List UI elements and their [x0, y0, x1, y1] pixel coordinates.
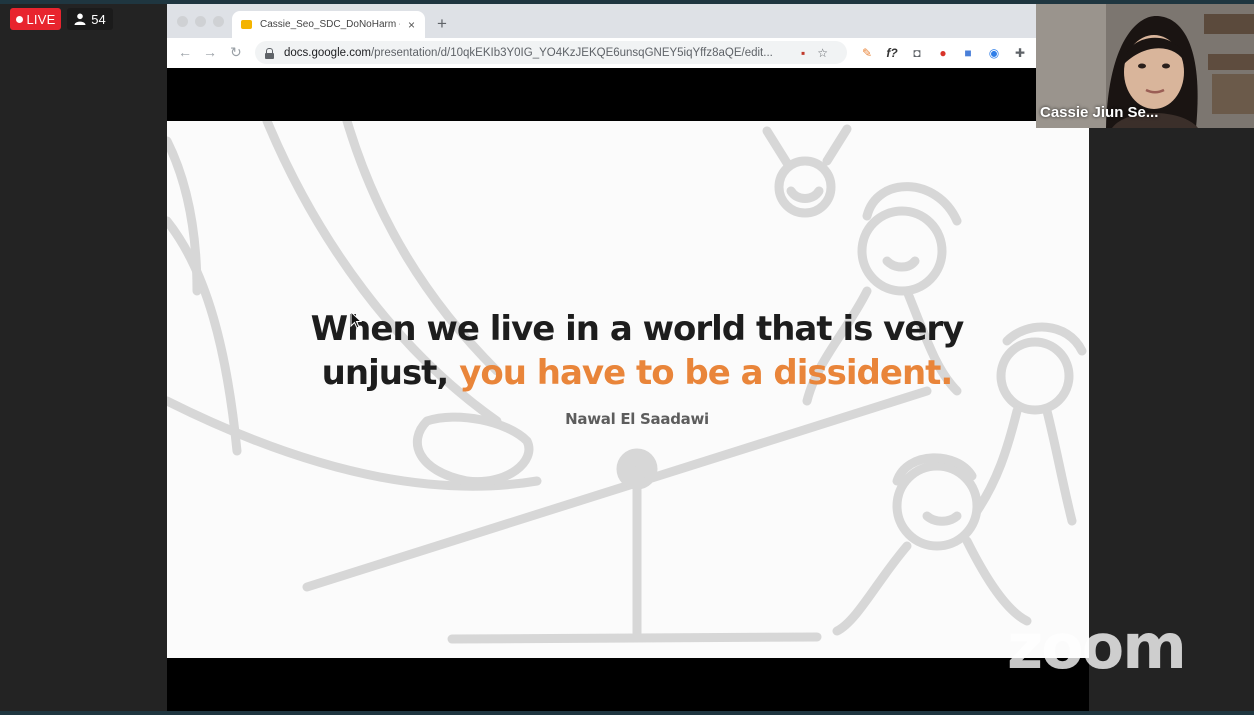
lock-icon [265, 47, 274, 59]
slides-favicon-icon [241, 20, 252, 29]
back-arrow-icon[interactable]: ← [178, 44, 192, 60]
reload-icon[interactable]: ↻ [230, 44, 242, 61]
mouse-cursor-icon [350, 311, 362, 329]
star-icon[interactable]: ☆ [817, 46, 828, 60]
live-label: LIVE [26, 11, 56, 27]
safari-icon[interactable]: ◉ [987, 46, 1001, 60]
participant-name: Cassie Jiun Se... [1040, 104, 1159, 121]
function-icon[interactable]: f? [885, 46, 899, 60]
quote-line-2: unjust, [321, 353, 460, 393]
extension-icon[interactable]: ■ [961, 46, 975, 60]
quote-highlight: you have to be a dissident. [459, 353, 953, 393]
close-window-icon[interactable] [177, 16, 188, 27]
browser-toolbar: ← → ↻ docs.google.com/presentation/d/10q… [167, 38, 1036, 68]
address-bar[interactable]: docs.google.com/presentation/d/10qkEKIb3… [255, 41, 847, 64]
bottom-border [0, 711, 1254, 715]
quote-line-1: When we live in a world that is very [310, 309, 965, 349]
tab-close-icon[interactable]: × [408, 18, 415, 32]
zoom-watermark: zoom [1007, 610, 1187, 683]
live-dot-icon [15, 15, 23, 23]
forward-arrow-icon[interactable]: → [203, 44, 217, 60]
browser-tab[interactable]: Cassie_Seo_SDC_DoNoHarm - × [232, 11, 425, 38]
screenshot-icon[interactable]: ◘ [910, 46, 924, 60]
browser-window: Cassie_Seo_SDC_DoNoHarm - × + ← → ↻ docs… [167, 4, 1036, 68]
url-text[interactable]: docs.google.com/presentation/d/10qkEKIb3… [284, 47, 789, 59]
live-badge: LIVE [10, 8, 61, 30]
maximize-window-icon[interactable] [213, 16, 224, 27]
puzzle-icon[interactable]: ✚ [1013, 46, 1027, 60]
person-icon [74, 13, 86, 25]
camera-blocked-icon[interactable]: ▪ [801, 46, 805, 60]
viewer-count: 54 [91, 11, 106, 27]
minimize-window-icon[interactable] [195, 16, 206, 27]
slide-quote: When we live in a world that is very unj… [287, 307, 987, 395]
new-tab-button[interactable]: + [437, 14, 447, 34]
pen-icon[interactable]: ✎ [860, 46, 874, 60]
shared-screen: Cassie_Seo_SDC_DoNoHarm - × + ← → ↻ docs… [167, 4, 1187, 711]
presentation-slide: When we live in a world that is very unj… [167, 121, 1089, 658]
quote-author: Nawal El Saadawi [565, 410, 709, 428]
participant-video[interactable]: Cassie Jiun Se... [1036, 4, 1254, 128]
opera-icon[interactable]: ● [936, 46, 950, 60]
viewer-count-badge: 54 [67, 8, 113, 30]
tab-title: Cassie_Seo_SDC_DoNoHarm - [260, 19, 400, 30]
tab-strip: Cassie_Seo_SDC_DoNoHarm - × + [167, 4, 1036, 38]
